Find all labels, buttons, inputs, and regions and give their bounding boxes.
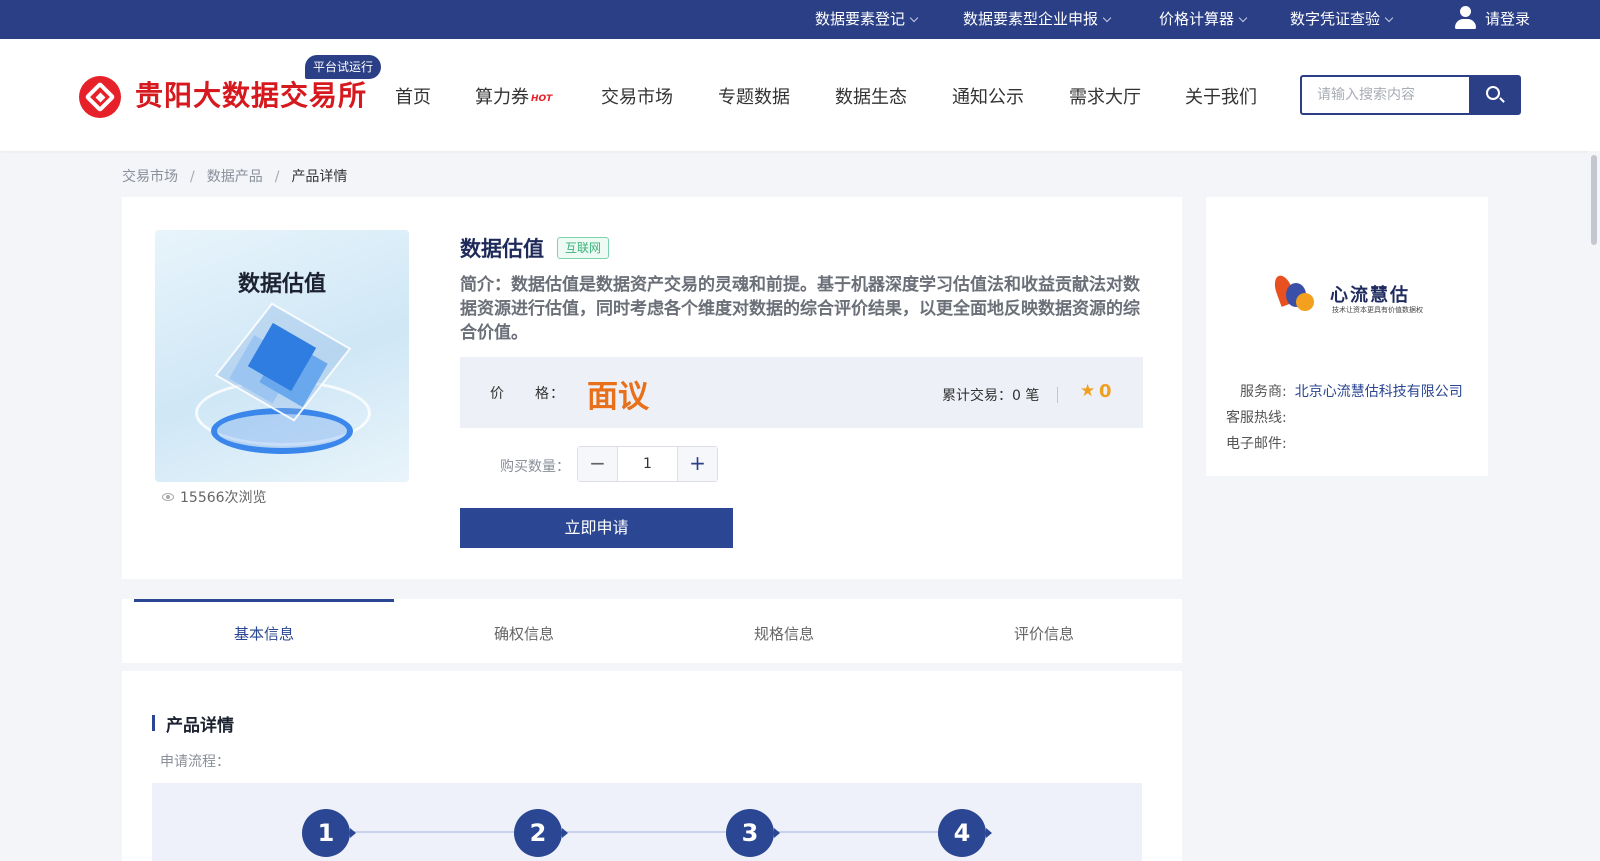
breadcrumb-trading-market[interactable]: 交易市场 (122, 166, 178, 186)
view-count: 15566次浏览 (162, 487, 267, 507)
topbar-item-label: 数据要素登记 (815, 10, 906, 28)
category-tag: 互联网 (557, 237, 610, 259)
price-panel: 价 格： 面议 累计交易：0 笔 ★ 0 (460, 357, 1143, 428)
star-icon: ★ (1080, 381, 1096, 401)
login-link[interactable]: 请登录 (1485, 0, 1530, 39)
exchange-logo-icon[interactable] (79, 76, 121, 118)
scrollbar-thumb[interactable] (1591, 155, 1597, 245)
section-title: 产品详情 (166, 716, 234, 736)
flow-step: 1 (302, 809, 356, 857)
flow-step: 4 (938, 809, 992, 857)
flow-connector (772, 831, 948, 833)
increase-button[interactable]: + (677, 447, 717, 481)
hotline-label: 客服热线: (1226, 410, 1287, 426)
topbar-enterprise-declaration[interactable]: 数据要素型企业申报 (963, 0, 1112, 39)
nav-compute-voucher[interactable]: 算力券 (475, 83, 529, 109)
tab-basic-info[interactable]: 基本信息 (134, 599, 394, 663)
tab-rights-info[interactable]: 确权信息 (394, 599, 654, 663)
rating-value: 0 (1099, 381, 1112, 402)
breadcrumb-separator: / (274, 169, 280, 185)
flow-connector (348, 831, 524, 833)
nav-trading-market[interactable]: 交易市场 (601, 83, 673, 109)
chevron-down-icon (1102, 13, 1112, 23)
quantity-label: 购买数量： (500, 459, 570, 475)
nav-about-us[interactable]: 关于我们 (1185, 83, 1257, 109)
chevron-down-icon (1384, 13, 1394, 23)
vendor-logo-name: 心流慧估 (1330, 285, 1410, 306)
view-count-text: 15566次浏览 (180, 490, 267, 506)
site-name[interactable]: 贵阳大数据交易所 (135, 74, 367, 114)
breadcrumb-separator: / (190, 169, 195, 185)
topbar-item-label: 数字凭证查验 (1290, 10, 1381, 28)
chevron-down-icon (1238, 13, 1248, 23)
topbar-price-calculator[interactable]: 价格计算器 (1159, 0, 1248, 39)
price-label: 价 格： (490, 386, 565, 402)
quantity-stepper: − 1 + (577, 446, 718, 482)
product-card: 数据估值 15566次浏览 数据估值 互联网 简介：数据估值是数据资产交易的灵魂… (122, 197, 1182, 579)
flow-step: 3 (726, 809, 780, 857)
trade-count: 累计交易：0 笔 (942, 388, 1040, 404)
product-detail-section: 产品详情 申请流程： 1 2 3 4 (122, 671, 1182, 861)
nav-demand-hall[interactable]: 需求大厅 (1069, 83, 1141, 109)
breadcrumb: 交易市场 / 数据产品 / 产品详情 (122, 166, 347, 186)
apply-button[interactable]: 立即申请 (460, 508, 733, 548)
section-marker (152, 715, 155, 731)
product-image: 数据估值 (155, 230, 409, 482)
topbar-voucher-check[interactable]: 数字凭证查验 (1290, 0, 1394, 39)
provider-link[interactable]: 北京心流慧估科技有限公司 (1295, 384, 1463, 400)
search-button[interactable] (1469, 77, 1519, 113)
product-title: 数据估值 (460, 237, 544, 261)
vendor-logo-slogan: 技术让资本更具有价值数据权 (1332, 306, 1423, 314)
hot-badge: HOT (531, 94, 553, 104)
breadcrumb-current: 产品详情 (291, 169, 348, 185)
flow-step: 2 (514, 809, 568, 857)
provider-label: 服务商: (1240, 384, 1287, 400)
nav-home[interactable]: 首页 (395, 83, 431, 109)
price-value: 面议 (587, 379, 649, 415)
user-icon[interactable] (1454, 6, 1476, 30)
chevron-down-icon (909, 13, 919, 23)
vendor-card: 心流慧估 技术让资本更具有价值数据权 服务商: 北京心流慧估科技有限公司 客服热线… (1206, 197, 1488, 476)
info-tabs: 基本信息 确权信息 规格信息 评价信息 (122, 599, 1182, 663)
nav-notices[interactable]: 通知公示 (952, 83, 1024, 109)
tab-spec-info[interactable]: 规格信息 (654, 599, 914, 663)
flow-label: 申请流程： (160, 754, 230, 770)
search-box (1300, 75, 1521, 115)
email-label: 电子邮件: (1226, 436, 1287, 452)
product-intro: 简介：数据估值是数据资产交易的灵魂和前提。基于机器深度学习估值法和收益贡献法对数… (460, 275, 1140, 343)
nav-topic-data[interactable]: 专题数据 (718, 83, 790, 109)
page-scrollbar[interactable] (1588, 151, 1600, 861)
topbar-data-registration[interactable]: 数据要素登记 (815, 0, 919, 39)
topbar-item-label: 价格计算器 (1159, 10, 1235, 28)
vendor-logo: 心流慧估 技术让资本更具有价值数据权 (1271, 273, 1426, 323)
main-header: 贵阳大数据交易所 平台试运行 首页 算力券 HOT 交易市场 专题数据 数据生态… (0, 39, 1600, 151)
search-input[interactable] (1302, 77, 1469, 113)
divider (1057, 387, 1058, 403)
product-image-title: 数据估值 (237, 272, 326, 297)
flow-connector (560, 831, 736, 833)
breadcrumb-data-products[interactable]: 数据产品 (207, 166, 263, 186)
eye-icon (162, 493, 174, 501)
quantity-value[interactable]: 1 (618, 447, 677, 481)
provider-row: 服务商: 北京心流慧估科技有限公司 (1240, 381, 1463, 401)
application-flow: 1 2 3 4 (152, 783, 1142, 861)
trial-badge: 平台试运行 (305, 55, 382, 79)
nav-data-ecosystem[interactable]: 数据生态 (835, 83, 907, 109)
decrease-button[interactable]: − (578, 447, 618, 481)
top-utility-bar: 数据要素登记 数据要素型企业申报 价格计算器 数字凭证查验 请登录 (0, 0, 1600, 39)
tab-review-info[interactable]: 评价信息 (914, 599, 1174, 663)
topbar-item-label: 数据要素型企业申报 (963, 10, 1099, 28)
